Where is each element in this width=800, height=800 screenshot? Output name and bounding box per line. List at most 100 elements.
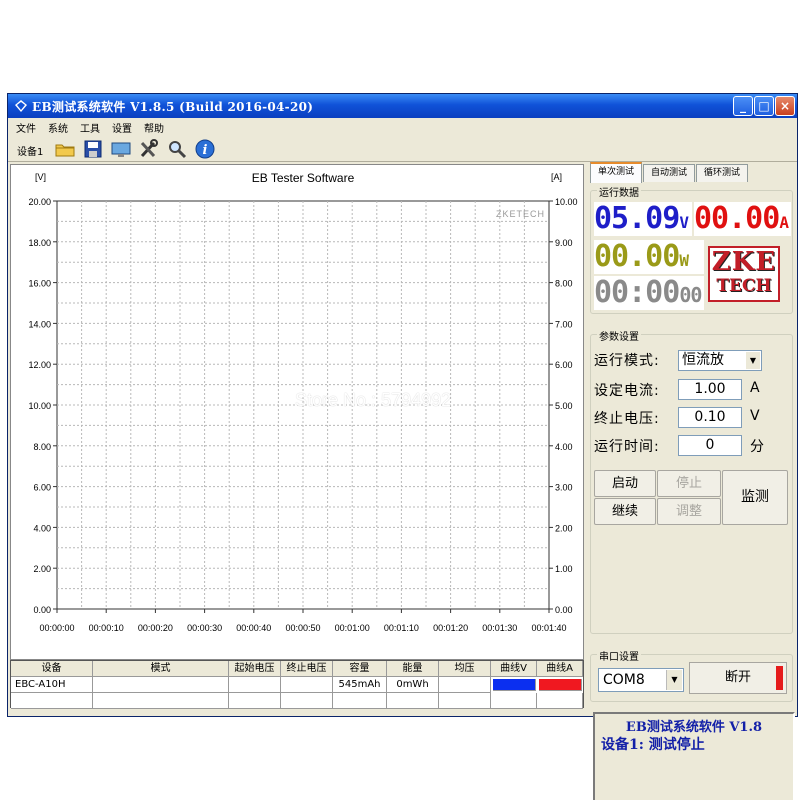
tab-cycle-test[interactable]: 循环测试 [696, 164, 748, 182]
curve-v-swatch[interactable] [493, 679, 536, 691]
x-tick-label: 00:00:50 [285, 623, 320, 633]
mode-value: 恒流放 [682, 352, 724, 368]
chart-watermark: ZKETECH [496, 209, 545, 219]
minimize-button[interactable]: _ [733, 96, 753, 116]
y-right-tick-label: 8.00 [555, 279, 573, 289]
folder-icon[interactable] [54, 139, 76, 159]
empty-row-cell [333, 693, 387, 709]
params-title: 参数设置 [597, 328, 641, 343]
cell-device[interactable]: EBC-A10H [11, 677, 93, 693]
info-icon[interactable]: i [194, 139, 216, 159]
empty-row-cell [387, 693, 439, 709]
x-tick-label: 00:01:10 [384, 623, 419, 633]
voltage-display: 05.09V [594, 202, 692, 236]
time-seconds: 00 [679, 283, 702, 307]
logo-line1: ZKE [711, 247, 777, 277]
x-tick-label: 00:01:40 [531, 623, 566, 633]
tools-icon[interactable] [138, 139, 160, 159]
x-tick-label: 00:00:40 [236, 623, 271, 633]
chevron-down-icon[interactable]: ▼ [746, 352, 760, 369]
curve-a-swatch[interactable] [539, 679, 582, 691]
col-energy: 能量 [387, 661, 439, 677]
power-unit: W [679, 251, 689, 270]
y-left-tick-label: 2.00 [33, 564, 51, 574]
cell-avg-voltage [439, 677, 491, 693]
store-watermark: Store No.: 5794992 [295, 390, 452, 410]
y-left-tick-label: 8.00 [33, 442, 51, 452]
continue-button[interactable]: 继续 [594, 498, 656, 525]
menu-settings[interactable]: 设置 [112, 120, 132, 135]
col-device: 设备 [11, 661, 93, 677]
empty-row-cell [93, 693, 229, 709]
voltage-value: 05.09 [594, 201, 680, 236]
chart-panel: 20.00 18.00 16.00 14.00 12.00 10.00 8.00 6.00 4.… [10, 164, 584, 660]
close-button[interactable]: × [775, 96, 795, 116]
monitor-icon[interactable] [110, 139, 132, 159]
y-right-tick-label: 10.00 [555, 197, 578, 207]
cutoff-voltage-unit: V [750, 408, 760, 424]
menu-system[interactable]: 系统 [48, 120, 68, 135]
adjust-button[interactable]: 调整 [657, 498, 721, 525]
y-right-axis-label: [A] [551, 172, 562, 182]
power-value: 00.00 [594, 239, 680, 274]
cell-start-voltage [229, 677, 281, 693]
com-port-value: COM8 [603, 672, 645, 688]
connection-indicator [776, 666, 783, 690]
y-right-tick-label: 5.00 [555, 401, 573, 411]
tab-single-test[interactable]: 单次测试 [590, 162, 642, 183]
current-setting-field[interactable]: 1.00 [678, 379, 742, 400]
disconnect-label: 断开 [724, 670, 751, 685]
x-tick-label: 00:01:20 [433, 623, 468, 633]
col-capacity: 容量 [333, 661, 387, 677]
device-label[interactable]: 设备1 [17, 143, 43, 158]
col-avg-voltage: 均压 [439, 661, 491, 677]
y-right-tick-label: 2.00 [555, 523, 573, 533]
logo-line2: TECH [716, 276, 772, 296]
toolbar: 设备1 i [8, 136, 797, 162]
monitor-button[interactable]: 监测 [722, 470, 788, 525]
serial-group [590, 554, 793, 604]
y-left-tick-label: 16.00 [28, 279, 51, 289]
start-button[interactable]: 启动 [594, 470, 656, 497]
current-setting-unit: A [750, 380, 760, 396]
status-box: EB测试系统软件 V1.8 设备1: 测试停止 [593, 712, 795, 800]
search-icon[interactable] [166, 139, 188, 159]
chevron-down-icon[interactable]: ▼ [666, 670, 682, 690]
x-tick-label: 00:01:00 [335, 623, 370, 633]
y-left-axis-label: [V] [35, 172, 46, 182]
y-right-tick-label: 0.00 [555, 605, 573, 615]
y-right-tick-label: 9.00 [555, 238, 573, 248]
x-tick-label: 00:00:00 [39, 623, 74, 633]
empty-row-cell [439, 693, 491, 709]
y-left-tick-label: 4.00 [33, 523, 51, 533]
menu-file[interactable]: 文件 [16, 120, 36, 135]
mode-select[interactable]: 恒流放 ▼ [678, 350, 762, 371]
stop-button[interactable]: 停止 [657, 470, 721, 497]
empty-row-cell [281, 693, 333, 709]
disconnect-button[interactable]: 断开 [689, 662, 787, 694]
tab-auto-test[interactable]: 自动测试 [643, 164, 695, 182]
power-display: 00.00W [594, 240, 704, 274]
chart-title: EB Tester Software [252, 171, 355, 185]
window-title: EB测试系统软件 V1.8.5 (Build 2016-04-20) [32, 100, 314, 114]
y-right-tick-label: 1.00 [555, 564, 573, 574]
com-port-select[interactable]: COM8 ▼ [598, 668, 684, 692]
cutoff-voltage-field[interactable]: 0.10 [678, 407, 742, 428]
col-curve-v: 曲线V [491, 661, 537, 677]
current-unit: A [779, 213, 789, 232]
maximize-button[interactable]: □ [754, 96, 774, 116]
run-time-field[interactable]: 0 [678, 435, 742, 456]
current-value: 00.00 [694, 201, 780, 236]
save-icon[interactable] [82, 139, 104, 159]
zketech-logo: ZKE TECH [708, 246, 780, 302]
y-right-tick-label: 6.00 [555, 360, 573, 370]
cutoff-voltage-label: 终止电压: [594, 411, 660, 427]
time-display: 00:0000 [594, 276, 704, 310]
menu-help[interactable]: 帮助 [144, 120, 164, 135]
voltage-unit: V [679, 213, 689, 232]
title-bar[interactable]: EB测试系统软件 V1.8.5 (Build 2016-04-20) _ □ × [8, 94, 797, 118]
menu-tools[interactable]: 工具 [80, 120, 100, 135]
col-curve-a: 曲线A [537, 661, 583, 677]
col-mode: 模式 [93, 661, 229, 677]
data-table: 设备 模式 起始电压 终止电压 容量 能量 均压 曲线V 曲线A EBC-A10… [10, 660, 584, 709]
